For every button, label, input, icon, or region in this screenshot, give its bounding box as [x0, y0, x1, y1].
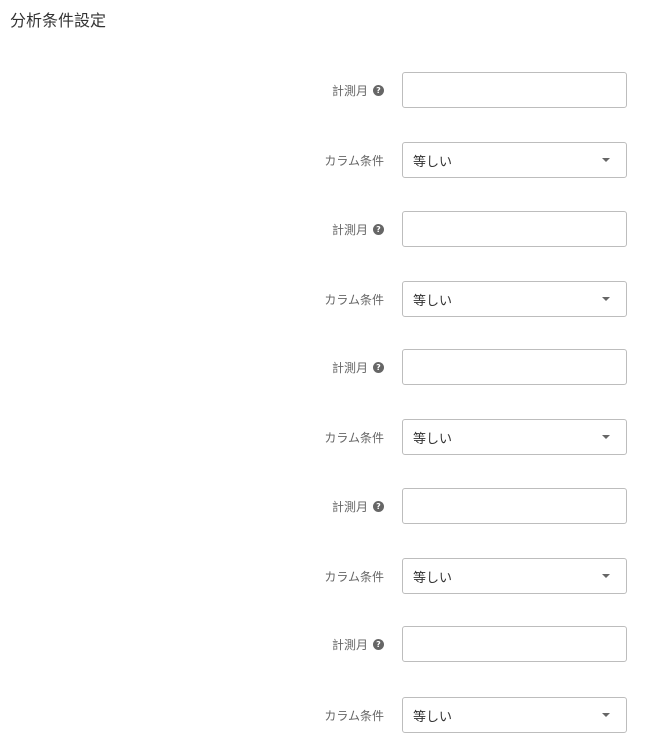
field-label: 計測月 [331, 83, 368, 98]
column-condition-row: カラム条件 等しい [0, 419, 669, 455]
measurement-month-input[interactable] [402, 626, 627, 662]
measurement-month-label-container: 計測月 ? [332, 349, 384, 385]
column-condition-select[interactable]: 等しい [402, 281, 627, 317]
selected-value: 等しい [413, 431, 453, 447]
measurement-month-row: 計測月 ? [0, 488, 669, 524]
field-label: 計測月 [331, 360, 368, 375]
help-icon[interactable]: ? [373, 84, 384, 96]
field-label: カラム条件 [324, 292, 384, 307]
measurement-month-row: 計測月 ? [0, 626, 669, 662]
field-label: カラム条件 [324, 569, 384, 584]
measurement-month-row: 計測月 ? [0, 72, 669, 108]
column-condition-select[interactable]: 等しい [402, 697, 627, 733]
selected-value: 等しい [413, 293, 453, 309]
field-label: カラム条件 [324, 153, 384, 168]
column-condition-row: カラム条件 等しい [0, 558, 669, 594]
selected-value: 等しい [413, 154, 453, 170]
help-icon[interactable]: ? [373, 638, 384, 650]
chevron-down-icon [602, 574, 610, 578]
column-condition-select[interactable]: 等しい [402, 142, 627, 178]
field-label: 計測月 [331, 499, 368, 514]
selected-value: 等しい [413, 570, 453, 586]
selected-value: 等しい [413, 709, 453, 725]
field-label: カラム条件 [324, 430, 384, 445]
column-condition-select[interactable]: 等しい [402, 419, 627, 455]
chevron-down-icon [602, 713, 610, 717]
help-icon[interactable]: ? [373, 500, 384, 512]
column-condition-row: カラム条件 等しい [0, 281, 669, 317]
help-icon[interactable]: ? [373, 361, 384, 373]
chevron-down-icon [602, 435, 610, 439]
measurement-month-input[interactable] [402, 488, 627, 524]
column-condition-row: カラム条件 等しい [0, 142, 669, 178]
measurement-month-row: 計測月 ? [0, 211, 669, 247]
column-condition-select[interactable]: 等しい [402, 558, 627, 594]
measurement-month-input[interactable] [402, 211, 627, 247]
measurement-month-label-container: 計測月 ? [332, 488, 384, 524]
analysis-conditions-form: 計測月 ? カラム条件 等しい 計測月 ? カラム条件 等しい 計測月 ? カラ… [0, 0, 669, 740]
measurement-month-row: 計測月 ? [0, 349, 669, 385]
help-icon[interactable]: ? [373, 223, 384, 235]
field-label: 計測月 [331, 222, 368, 237]
chevron-down-icon [602, 297, 610, 301]
column-condition-row: カラム条件 等しい [0, 697, 669, 733]
measurement-month-label-container: 計測月 ? [332, 626, 384, 662]
measurement-month-label-container: 計測月 ? [332, 72, 384, 108]
chevron-down-icon [602, 158, 610, 162]
field-label: カラム条件 [324, 708, 384, 723]
measurement-month-label-container: 計測月 ? [332, 211, 384, 247]
measurement-month-input[interactable] [402, 72, 627, 108]
field-label: 計測月 [331, 637, 368, 652]
measurement-month-input[interactable] [402, 349, 627, 385]
